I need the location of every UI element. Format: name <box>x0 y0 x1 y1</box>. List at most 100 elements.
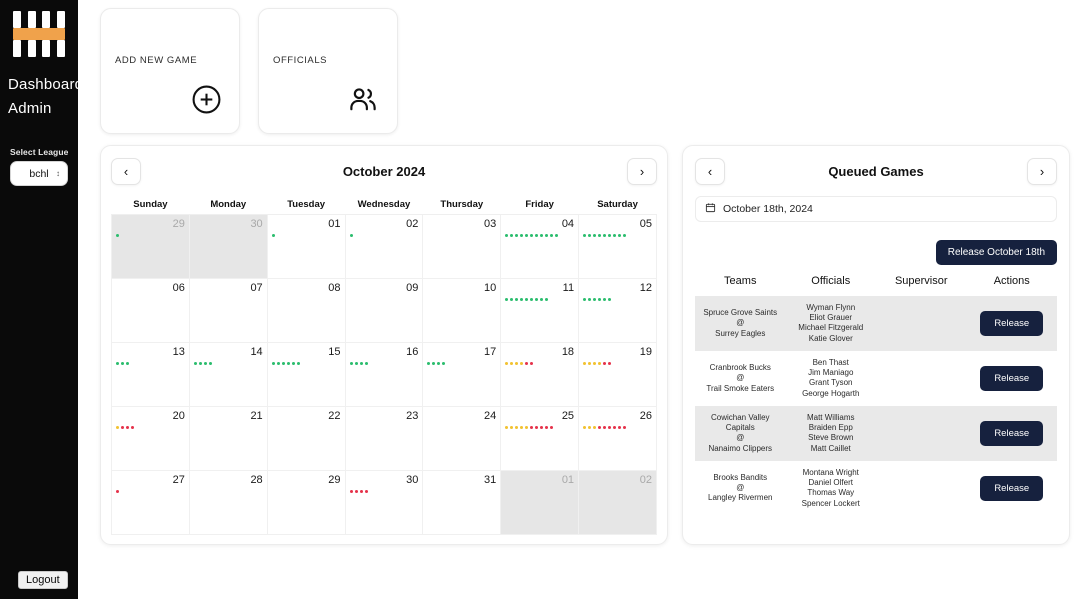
calendar-day-cell[interactable]: 02 <box>344 214 424 279</box>
queued-date-field[interactable]: October 18th, 2024 <box>695 196 1057 222</box>
status-dot-yellow <box>520 362 524 365</box>
calendar-day-cell[interactable]: 27 <box>111 470 190 535</box>
queued-next-button[interactable]: › <box>1027 157 1057 185</box>
table-row: Cranbrook Bucks @ Trail Smoke Eaters Ben Th… <box>695 351 1057 406</box>
cell-officials: Wyman Flynn Eliot Grauer Michael Fitzgeral… <box>785 296 876 351</box>
status-dot-red <box>608 362 612 365</box>
calendar-day-cell[interactable]: 21 <box>188 406 268 471</box>
calendar-day-cell[interactable]: 18 <box>500 342 580 407</box>
status-dot-green <box>437 362 441 365</box>
calendar-day-cell[interactable]: 07 <box>188 278 268 343</box>
plus-circle-icon <box>191 84 222 120</box>
calendar-day-status-dots <box>505 298 574 301</box>
calendar-day-status-dots <box>583 362 652 365</box>
status-dot-green <box>427 362 431 365</box>
release-button[interactable]: Release <box>980 310 1044 336</box>
league-select[interactable]: bchl ↕ <box>10 161 68 186</box>
sidebar-item-admin[interactable]: Admin <box>0 100 78 117</box>
release-button[interactable]: Release <box>980 475 1044 501</box>
calendar-day-number: 30 <box>406 474 419 486</box>
calendar-day-cell[interactable]: 30 <box>344 470 424 535</box>
calendar-day-cell[interactable]: 08 <box>266 278 346 343</box>
calendar-day-cell[interactable]: 29 <box>266 470 346 535</box>
status-dot-green <box>203 362 207 365</box>
calendar-day-cell[interactable]: 26 <box>578 406 657 471</box>
sidebar-item-dashboard[interactable]: Dashboard <box>0 76 83 93</box>
logo-bottom-bars <box>13 40 65 57</box>
calendar-day-cell[interactable]: 01 <box>500 470 580 535</box>
calendar-prev-button[interactable]: ‹ <box>111 157 141 185</box>
officials-card[interactable]: OFFICIALS <box>258 8 398 134</box>
status-dot-yellow <box>593 362 597 365</box>
calendar-day-cell[interactable]: 19 <box>578 342 657 407</box>
status-dot-yellow <box>593 426 597 429</box>
release-button[interactable]: Release <box>980 365 1044 391</box>
calendar-day-number: 04 <box>561 218 575 230</box>
calendar-day-status-dots <box>583 234 652 237</box>
calendar-day-number: 22 <box>328 410 341 422</box>
calendar-day-cell[interactable]: 04 <box>500 214 580 279</box>
calendar-day-number: 21 <box>250 410 263 422</box>
calendar-day-cell[interactable]: 20 <box>111 406 190 471</box>
calendar-day-cell[interactable]: 10 <box>422 278 502 343</box>
calendar-day-cell[interactable]: 28 <box>188 470 268 535</box>
striped-logo <box>13 11 65 57</box>
calendar-day-cell[interactable]: 14 <box>188 342 268 407</box>
calendar-day-number: 05 <box>639 218 652 230</box>
calendar-weekday: Sunday <box>111 196 190 215</box>
calendar-day-cell[interactable]: 09 <box>344 278 424 343</box>
calendar-title: October 2024 <box>342 163 426 179</box>
calendar-day-cell[interactable]: 29 <box>111 214 190 279</box>
release-all-wrap: Release October 18th <box>695 240 1057 265</box>
status-dot-green <box>545 234 549 237</box>
cell-officials: Montana Wright Daniel Olfert Thomas Way Spe… <box>801 467 860 508</box>
calendar-day-cell[interactable]: 22 <box>266 406 346 471</box>
calendar-day-cell[interactable]: 06 <box>111 278 190 343</box>
calendar-day-cell[interactable]: 30 <box>188 214 268 279</box>
status-dot-yellow <box>116 426 119 429</box>
status-dot-green <box>515 298 519 301</box>
calendar-day-status-dots <box>583 426 652 429</box>
calendar-day-cell[interactable]: 05 <box>578 214 657 279</box>
calendar-weekday-row: Sunday Monday Tuesday Wednesday Thursday Frid… <box>111 196 657 215</box>
status-dot-green <box>598 298 602 301</box>
status-dot-green <box>623 234 627 237</box>
logout-button[interactable]: Logout <box>18 571 68 589</box>
status-dot-yellow <box>515 362 519 365</box>
calendar-day-cell[interactable]: 25 <box>500 406 580 471</box>
calendar-day-cell[interactable]: 13 <box>111 342 190 407</box>
calendar-day-cell[interactable]: 01 <box>266 214 346 279</box>
calendar-next-button[interactable]: › <box>627 157 657 185</box>
calendar-day-cell[interactable]: 17 <box>422 342 502 407</box>
calendar-day-cell[interactable]: 03 <box>422 214 502 279</box>
calendar-day-cell[interactable]: 24 <box>422 406 502 471</box>
calendar-day-cell[interactable]: 02 <box>578 470 657 535</box>
add-new-game-card[interactable]: ADD NEW GAME <box>100 8 240 134</box>
queued-prev-button[interactable]: ‹ <box>695 157 725 185</box>
release-all-button[interactable]: Release October 18th <box>935 240 1057 265</box>
calendar-day-cell[interactable]: 23 <box>344 406 424 471</box>
logo-accent-bar <box>13 28 65 40</box>
release-button[interactable]: Release <box>980 420 1044 446</box>
status-dot-yellow <box>525 426 529 429</box>
calendar-day-cell[interactable]: 15 <box>266 342 346 407</box>
calendar-day-number: 29 <box>172 218 185 230</box>
calendar-day-cell[interactable]: 11 <box>500 278 580 343</box>
status-dot-red <box>618 426 622 429</box>
calendar-icon <box>705 202 716 216</box>
calendar-weekday: Wednesday <box>345 196 423 215</box>
status-dot-green <box>545 298 549 301</box>
calendar-day-number: 17 <box>483 346 497 358</box>
calendar-day-cell[interactable]: 31 <box>422 470 502 535</box>
calendar-day-cell[interactable]: 16 <box>344 342 424 407</box>
calendar-day-number: 10 <box>483 282 497 294</box>
calendar-day-cell[interactable]: 12 <box>578 278 657 343</box>
status-dot-yellow <box>505 362 509 365</box>
status-dot-red <box>364 490 368 493</box>
calendar-day-status-dots <box>505 426 574 429</box>
status-dot-green <box>598 234 602 237</box>
cell-supervisor <box>876 296 967 351</box>
status-dot-green <box>530 298 534 301</box>
calendar-day-number: 20 <box>172 410 185 422</box>
status-dot-green <box>510 234 514 237</box>
